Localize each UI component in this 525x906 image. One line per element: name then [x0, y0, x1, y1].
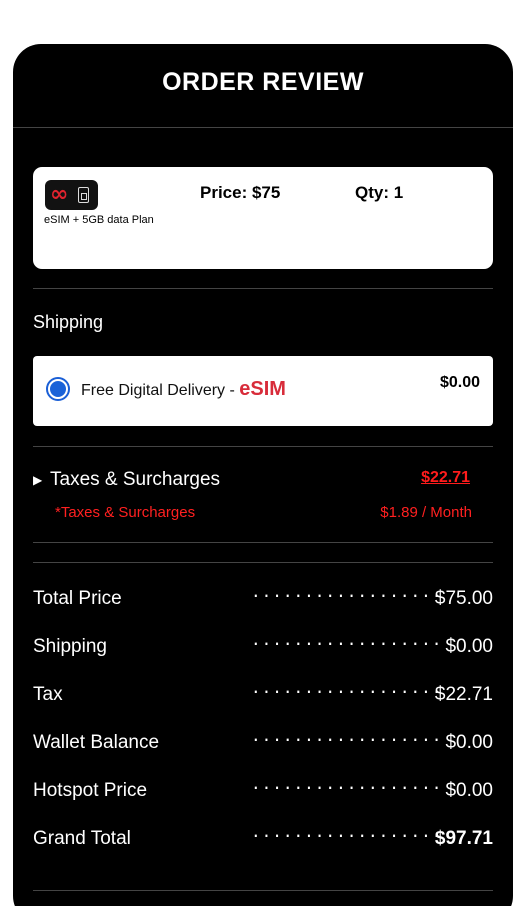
divider: [33, 288, 493, 289]
shipping-option-label: Free Digital Delivery - eSIM: [81, 378, 286, 401]
taxes-value-link[interactable]: $22.71: [421, 469, 470, 487]
summary-value: $0.00: [445, 732, 493, 753]
summary-row-tax: Tax .................. $22.71: [33, 678, 493, 712]
taxes-note-label: *Taxes & Surcharges: [55, 504, 196, 521]
shipping-option-price: $0.00: [439, 374, 480, 391]
summary-label: Total Price: [33, 588, 122, 609]
product-quantity: Qty: 1: [355, 183, 404, 202]
summary-row-total-price: Total Price .................. $75.00: [33, 582, 493, 616]
divider: [33, 890, 493, 891]
summary-value: $22.71: [434, 684, 493, 705]
summary-value: $75.00: [434, 588, 493, 609]
summary-label: Hotspot Price: [33, 780, 148, 801]
shipping-section-label: Shipping: [33, 312, 104, 332]
summary-row-shipping: Shipping .................. $0.00: [33, 630, 493, 664]
summary-dots: ..................: [251, 774, 443, 793]
product-price: Price: $75: [200, 183, 281, 202]
page-title: ORDER REVIEW: [162, 68, 364, 96]
disclosure-triangle-icon: ▶: [33, 473, 43, 487]
order-review-panel: ORDER REVIEW ∞ eSIM + 5GB data Plan Pric…: [13, 44, 513, 906]
summary-row-grand-total: Grand Total .................. $97.71: [33, 822, 493, 856]
product-card: ∞ eSIM + 5GB data Plan Price: $75 Qty: 1: [33, 167, 493, 269]
shipping-option-radio[interactable]: [46, 377, 70, 401]
summary-row-wallet-balance: Wallet Balance .................. $0.00: [33, 726, 493, 760]
summary-dots: ..................: [251, 822, 443, 841]
header-divider: [13, 127, 513, 128]
summary-value: $0.00: [445, 636, 493, 657]
shipping-option-card[interactable]: Free Digital Delivery - eSIM $0.00: [33, 356, 493, 426]
shipping-option-name: Free Digital Delivery -: [81, 382, 240, 399]
summary-label: Tax: [33, 684, 63, 705]
divider: [33, 542, 493, 543]
infinity-sim-icon: ∞: [45, 180, 98, 210]
summary-label: Grand Total: [33, 828, 131, 849]
taxes-note-value: $1.89 / Month: [380, 504, 472, 521]
product-description: eSIM + 5GB data Plan: [44, 214, 154, 226]
summary-row-hotspot-price: Hotspot Price .................. $0.00: [33, 774, 493, 808]
summary-dots: ..................: [251, 630, 443, 649]
shipping-option-esim-badge: eSIM: [239, 378, 286, 400]
grand-total-value: $97.71: [434, 828, 493, 849]
divider: [33, 446, 493, 447]
summary-label: Wallet Balance: [33, 732, 160, 753]
taxes-label: Taxes & Surcharges: [50, 469, 221, 490]
summary-label: Shipping: [33, 636, 107, 657]
summary-dots: ..................: [251, 582, 443, 601]
taxes-toggle[interactable]: ▶ Taxes & Surcharges $22.71: [33, 469, 493, 493]
summary-dots: ..................: [251, 726, 443, 745]
summary-dots: ..................: [251, 678, 443, 697]
summary-value: $0.00: [445, 780, 493, 801]
divider: [33, 562, 493, 563]
